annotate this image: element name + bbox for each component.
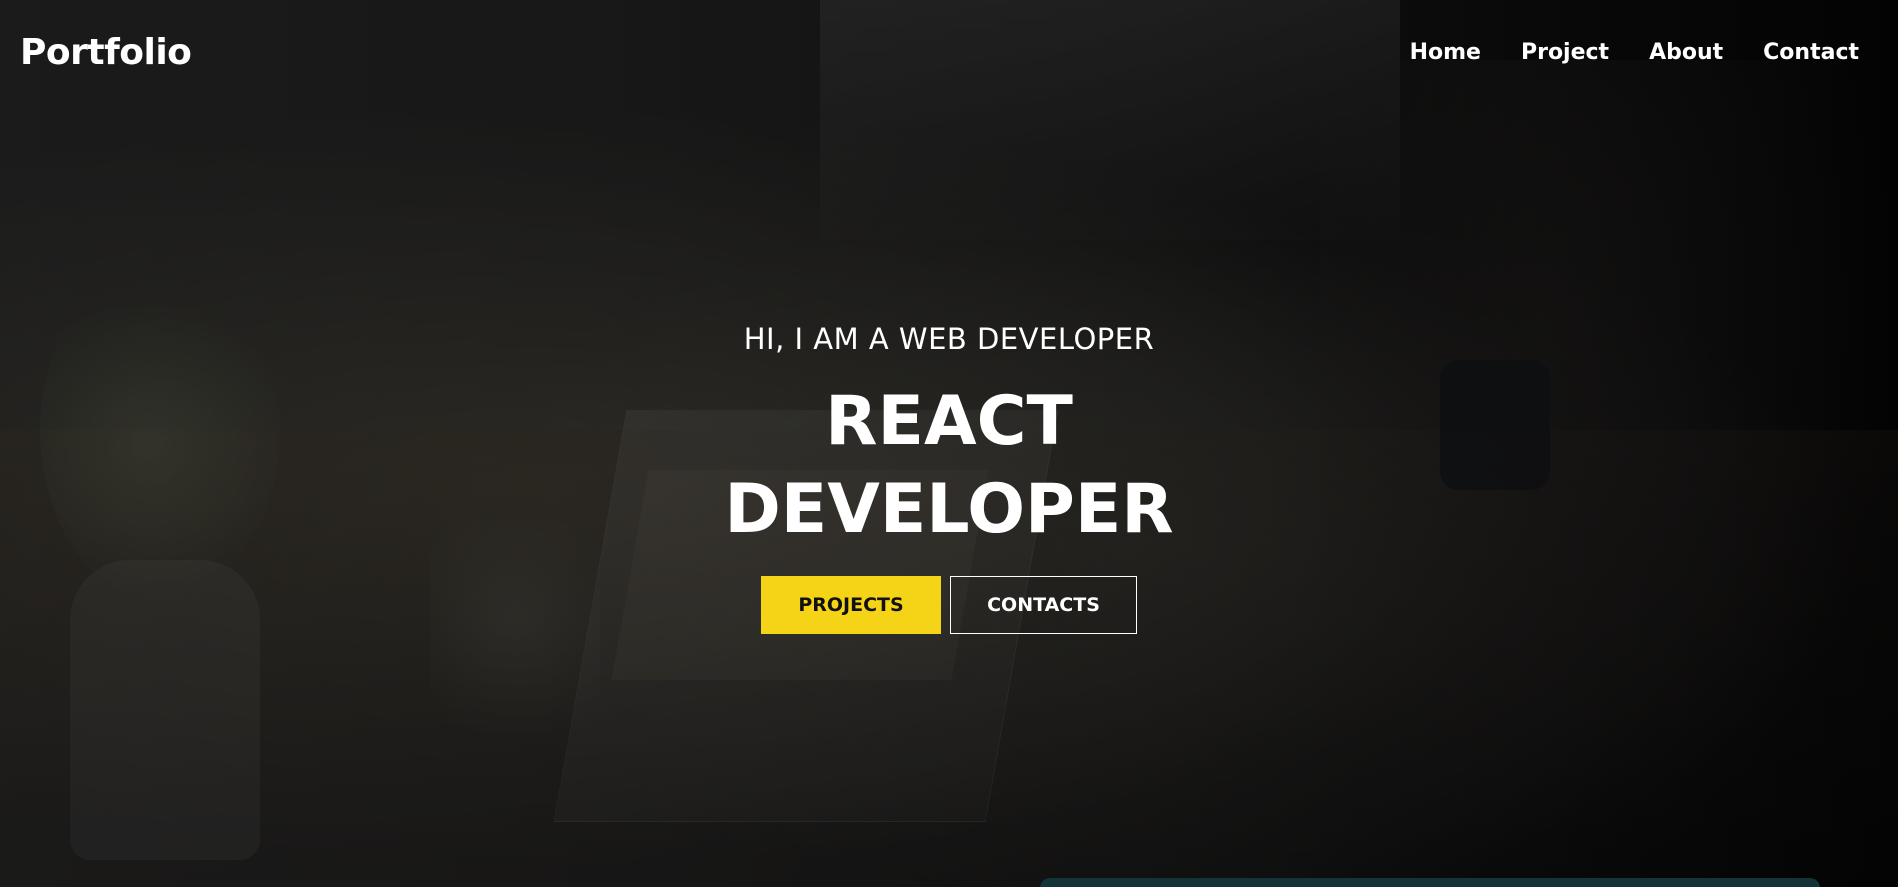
- main-nav: Home Project About Contact: [1410, 40, 1859, 65]
- hero-buttons: PROJECTS CONTACTS: [0, 576, 1898, 634]
- hero-content: HI, I AM A WEB DEVELOPER REACT DEVELOPER…: [0, 322, 1898, 634]
- hero-title: REACT DEVELOPER: [0, 378, 1898, 554]
- nav-link-about[interactable]: About: [1649, 40, 1723, 65]
- contacts-button[interactable]: CONTACTS: [950, 576, 1137, 634]
- hero-title-line-1: REACT: [825, 382, 1073, 461]
- hero-title-line-2: DEVELOPER: [724, 470, 1174, 549]
- hero-subtitle: HI, I AM A WEB DEVELOPER: [743, 322, 1155, 356]
- nav-link-home[interactable]: Home: [1410, 40, 1481, 65]
- site-logo[interactable]: Portfolio: [20, 32, 192, 73]
- site-header: Portfolio Home Project About Contact: [0, 0, 1898, 110]
- projects-button[interactable]: PROJECTS: [761, 576, 941, 634]
- nav-link-project[interactable]: Project: [1521, 40, 1609, 65]
- hero-section: Portfolio Home Project About Contact HI,…: [0, 0, 1898, 887]
- nav-link-contact[interactable]: Contact: [1763, 40, 1859, 65]
